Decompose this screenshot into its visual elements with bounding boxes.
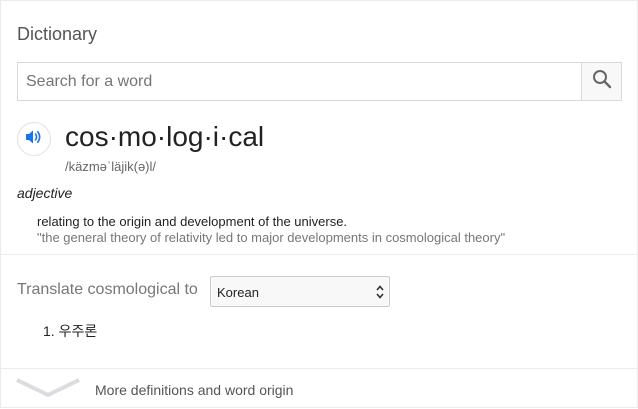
pronunciation-audio-button[interactable] xyxy=(17,122,51,156)
dictionary-title: Dictionary xyxy=(17,24,98,44)
search-button[interactable] xyxy=(581,63,621,100)
headword: cos·mo·log·i·cal xyxy=(65,121,265,152)
updown-arrows-icon xyxy=(376,285,384,304)
more-definitions-link[interactable]: More definitions and word origin xyxy=(1,369,638,409)
pronunciation: /käzməˈläjik(ə)l/ xyxy=(65,159,157,174)
search-icon xyxy=(592,69,612,94)
section-divider xyxy=(1,254,638,255)
search-input[interactable] xyxy=(18,63,582,100)
definition-text: relating to the origin and development o… xyxy=(37,214,348,229)
selected-language: Korean xyxy=(217,285,259,300)
translate-label: Translate cosmological to xyxy=(17,281,198,298)
chevron-down-icon xyxy=(15,377,81,404)
dictionary-card: Dictionary cos·mo·log·i·cal /käzməˈläjik… xyxy=(0,0,638,408)
search-box xyxy=(17,62,622,101)
example-sentence: "the general theory of relativity led to… xyxy=(37,230,506,245)
more-definitions-label: More definitions and word origin xyxy=(95,382,294,398)
speaker-icon xyxy=(25,129,43,150)
part-of-speech: adjective xyxy=(17,185,73,201)
language-select[interactable]: Korean xyxy=(210,276,390,307)
translation-result: 1. 우주론 xyxy=(43,323,98,339)
